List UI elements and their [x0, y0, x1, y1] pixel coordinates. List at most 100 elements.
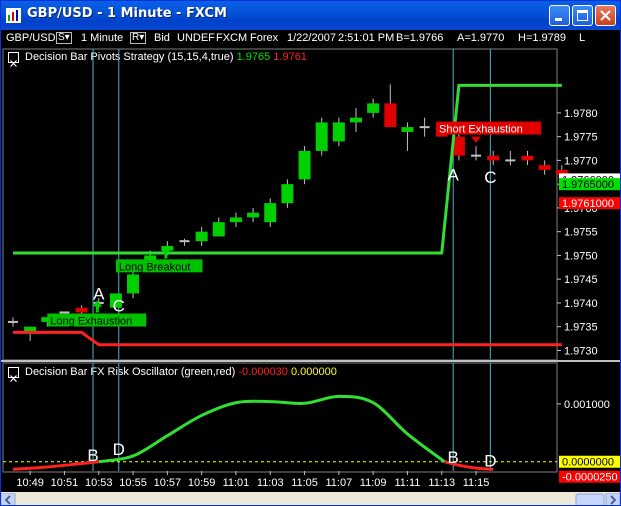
interval-label[interactable]: 1 Minute — [81, 32, 123, 44]
signal-label-bg — [436, 121, 542, 135]
osc-badge-text: -0.0000250 — [562, 472, 618, 484]
price-axis-label: 1.9780 — [564, 108, 598, 120]
pivot-line-green — [13, 83, 562, 255]
oscillator-legend: Decision Bar FX Risk Oscillator (green,r… — [25, 366, 337, 378]
low-label: L — [579, 32, 586, 44]
candle-body — [315, 122, 328, 151]
oscillator-label-b: B — [448, 448, 459, 467]
signal-label: Long Exhaustion — [50, 316, 132, 328]
strategy-value-1: 1.9765 — [236, 51, 271, 63]
oscillator-label-b: B — [87, 446, 98, 465]
up-arrow-icon — [160, 246, 171, 253]
pattern-label-a: A — [93, 284, 105, 303]
strategy-legend: Decision Bar Pivots Strategy (15,15,4,tr… — [25, 51, 307, 63]
time-axis-label: 11:05 — [291, 477, 318, 489]
osc-axis-label: 0.001000 — [564, 399, 610, 411]
price-axis-label: 1.9770 — [564, 155, 598, 167]
title-bar[interactable]: GBP/USD - 1 Minute - FXCM — [1, 1, 620, 30]
maximize-icon — [577, 10, 588, 21]
price-badge — [559, 173, 620, 186]
osc-badge — [559, 455, 620, 468]
time-axis-label: 11:15 — [463, 477, 490, 489]
strategy-value-2: 1.9761 — [273, 51, 307, 63]
candle-body — [229, 217, 242, 223]
close-button[interactable] — [595, 5, 616, 26]
oscillator-params: (green,red) — [180, 366, 236, 378]
candle-body — [247, 212, 260, 218]
price-badge — [559, 197, 620, 210]
price-badge-text: 1.9765000 — [562, 179, 614, 191]
oscillator-series-0 — [12, 460, 99, 471]
osc-badge-text: 0.0000000 — [562, 457, 614, 469]
price-axis-label: 1.9765 — [564, 179, 598, 191]
bid-label: B=1.9766 — [396, 32, 444, 44]
scroll-right-button — [605, 492, 620, 505]
candle-body — [487, 155, 500, 161]
oscillator-label-d: D — [113, 440, 125, 459]
candle-body — [350, 117, 362, 123]
candle-body — [264, 203, 277, 223]
chart-window: GBP/USD - 1 Minute - FXCM GBP/USD S▾ 1 M… — [0, 0, 621, 506]
down-arrow-icon — [471, 136, 482, 143]
signal-label-bg — [115, 259, 203, 273]
date-label: 1/22/2007 — [287, 32, 336, 44]
candle-body — [521, 155, 534, 161]
x-icon — [10, 375, 17, 382]
horizontal-scrollbar[interactable] — [1, 492, 620, 505]
candle-body — [401, 127, 414, 132]
time-axis-label: 10:55 — [119, 477, 147, 489]
up-arrow-icon — [92, 300, 103, 307]
symbol-select-button[interactable]: S▾ — [56, 32, 72, 44]
signal-label: Long Breakout — [119, 261, 191, 273]
candle-body — [367, 103, 380, 113]
time-axis-label: 10:57 — [154, 477, 182, 489]
candle-body — [127, 274, 140, 294]
pattern-label-a: A — [448, 166, 460, 185]
range-select-button[interactable]: R▾ — [130, 32, 147, 44]
time-axis-label: 10:51 — [51, 477, 79, 489]
time-axis-label: 11:09 — [360, 477, 387, 489]
price-panel-frame — [2, 48, 558, 361]
signal-label: Short Exhaustion — [439, 124, 523, 136]
price-axis-label: 1.9755 — [564, 227, 598, 239]
minimize-button[interactable] — [549, 5, 570, 26]
candle-body — [555, 169, 568, 175]
candle-body — [332, 122, 345, 142]
price-badge-text: 1.9766000 — [562, 174, 614, 186]
undef-label: UNDEF — [177, 32, 215, 44]
scroll-thumb — [575, 493, 605, 505]
oscillator-value-1: -0.000030 — [238, 366, 288, 378]
broker-label: FXCM — [216, 32, 248, 44]
market-label: Forex — [250, 32, 279, 44]
time-axis-label: 11:03 — [257, 477, 284, 489]
oscillator-close-checkbox[interactable] — [8, 367, 19, 382]
candle-body — [298, 150, 311, 180]
price-axis-label: 1.9775 — [564, 132, 598, 144]
maximize-button[interactable] — [572, 5, 593, 26]
minimize-icon — [555, 18, 562, 21]
candle-body — [75, 307, 88, 313]
candle-body — [212, 222, 225, 237]
candle-body — [41, 317, 54, 322]
candle-body — [384, 103, 397, 128]
strategy-close-checkbox[interactable] — [8, 52, 19, 67]
candle-body — [144, 255, 157, 265]
price-axis-label: 1.9730 — [564, 345, 598, 357]
price-chart[interactable]: Long Exhaustion Long Breakout Short Exhaus… — [1, 1, 620, 492]
scroll-left-button — [1, 492, 16, 505]
time-axis-label: 10:59 — [188, 477, 216, 489]
candle-body — [109, 293, 122, 308]
candle-body — [538, 165, 551, 170]
candle-body — [195, 231, 208, 242]
oscillator-value-2: 0.000000 — [290, 366, 337, 378]
oscillator-panel-frame — [2, 362, 558, 473]
window-title: GBP/USD - 1 Minute - FXCM — [27, 6, 227, 21]
symbol-label[interactable]: GBP/USD — [6, 32, 56, 44]
side-label: Bid — [154, 32, 170, 44]
ask-label: A=1.9770 — [457, 32, 505, 44]
time-axis-label: 11:13 — [428, 477, 455, 489]
oscillator-label-d: D — [484, 452, 496, 471]
time-label: 2:51:01 PM — [338, 32, 395, 44]
candle-body — [281, 184, 294, 204]
time-axis-label: 10:53 — [85, 477, 113, 489]
